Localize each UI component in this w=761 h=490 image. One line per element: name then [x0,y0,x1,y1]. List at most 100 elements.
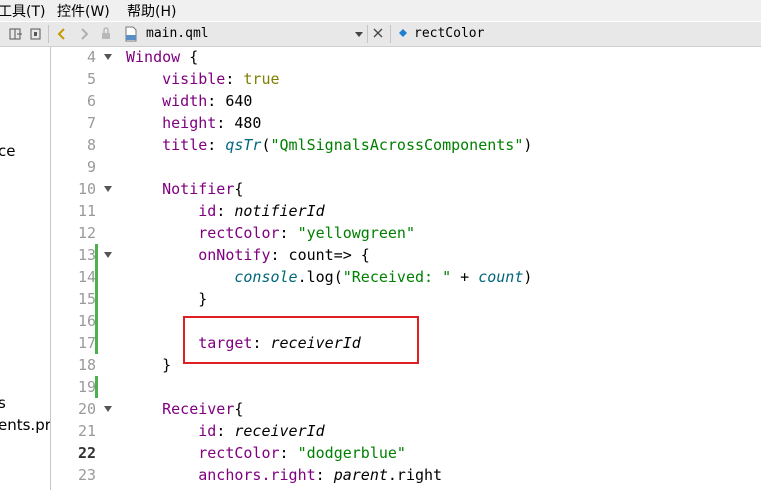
file-name-label[interactable]: main.qml [146,22,209,46]
project-item[interactable]: ents.pro [0,416,50,434]
property-suffix: .right [387,466,443,484]
line-number[interactable]: 13 [53,244,96,266]
code-line-10[interactable]: Notifier{ [126,178,243,200]
code-line-12[interactable]: rectColor: "yellowgreen" [126,222,415,244]
line-number[interactable]: 7 [53,112,96,134]
property-name: id [198,422,217,440]
change-marker [95,332,98,354]
fold-arrow-icon[interactable] [104,252,112,258]
menu-controls[interactable]: 控件(W) [57,1,110,21]
line-number[interactable]: 10 [53,178,96,200]
code-line-6[interactable]: width: 640 [126,90,252,112]
code-line-21[interactable]: id: receiverId [126,420,325,442]
line-number[interactable]: 12 [53,222,96,244]
line-number[interactable]: 6 [53,90,96,112]
project-item[interactable]: s [0,394,6,412]
line-number[interactable]: 15 [53,288,96,310]
property-value: 480 [225,114,262,132]
line-number[interactable]: 9 [53,156,96,178]
property-value: 640 [216,92,253,110]
code-line-5[interactable]: visible: true [126,68,280,90]
code-line-23[interactable]: anchors.right: parent.right [126,464,442,486]
highlight-box [183,316,419,364]
line-number[interactable]: 4 [53,46,96,68]
project-tree-pane: ce s ents.pro [0,47,51,490]
fold-arrow-icon[interactable] [104,406,112,412]
symbol-icon [398,22,408,46]
line-number[interactable]: 14 [53,266,96,288]
brace: { [234,180,244,198]
code-line-8[interactable]: title: qsTr("QmlSignalsAcrossComponents"… [126,134,532,156]
code-line-13[interactable]: onNotify: count=> { [126,244,370,266]
lock-icon [100,22,112,46]
line-number[interactable]: 16 [53,310,96,332]
project-item[interactable]: ce [0,142,15,160]
line-number[interactable]: 20 [53,398,96,420]
property-name: title [162,136,208,154]
line-number[interactable]: 18 [53,354,96,376]
line-number[interactable]: 17 [53,332,96,354]
change-marker [95,288,98,310]
line-number[interactable]: 5 [53,68,96,90]
string-literal: "yellowgreen" [297,224,415,242]
code-line-22[interactable]: rectColor: "dodgerblue" [126,442,406,464]
type-name: Window [126,48,181,66]
property-name: onNotify [198,246,271,264]
fold-arrow-icon[interactable] [104,54,112,60]
brace: } [162,356,172,374]
code-line-11[interactable]: id: notifierId [126,200,325,222]
handler-code: count=> { [279,246,370,264]
property-name: height [162,114,217,132]
string-literal: "QmlSignalsAcrossComponents" [270,136,524,154]
forward-icon[interactable] [78,22,90,46]
change-marker [95,310,98,332]
back-icon[interactable] [56,22,68,46]
argument: count [478,268,524,286]
code-line-7[interactable]: height: 480 [126,112,261,134]
menu-bar: 工具(T) 控件(W) 帮助(H) [0,0,761,21]
property-name: visible [162,70,226,88]
property-value: notifierId [234,202,325,220]
menu-help[interactable]: 帮助(H) [127,1,176,21]
type-name: Notifier [162,180,235,198]
editor-toolbar: main.qml rectColor [0,22,761,47]
close-pane-icon[interactable] [29,22,43,46]
close-icon[interactable] [372,22,384,46]
line-number[interactable]: 22 [53,442,96,464]
toolbar-separator [367,25,368,43]
code-line-4[interactable]: Window { [126,46,198,68]
string-literal: "Received: " [342,268,452,286]
type-name: Receiver [162,400,235,418]
change-marker [95,376,98,398]
line-number[interactable]: 23 [53,464,96,486]
property-name: rectColor [198,224,280,242]
line-number[interactable]: 19 [53,376,96,398]
fold-arrow-icon[interactable] [104,186,112,192]
brace: } [198,290,208,308]
code-line-14[interactable]: console.log("Received: " + count) [126,266,532,288]
line-number[interactable]: 11 [53,200,96,222]
chevron-down-icon[interactable] [354,22,364,46]
property-value: true [234,70,280,88]
line-number[interactable]: 21 [53,420,96,442]
split-icon[interactable] [8,22,24,46]
code-line-20[interactable]: Receiver{ [126,398,243,420]
brace: { [180,48,199,66]
method-call: .log( [297,268,343,286]
property-value: receiverId [234,422,325,440]
operator: + [451,268,479,286]
object-name: console [234,268,298,286]
menu-tools[interactable]: 工具(T) [0,1,45,21]
line-number[interactable]: 8 [53,134,96,156]
change-marker [95,244,98,266]
property-name: rectColor [198,444,280,462]
change-marker [95,266,98,288]
paren: ) [523,268,533,286]
object-name: parent [333,466,388,484]
code-line-18[interactable]: } [126,354,171,376]
qml-file-icon [124,22,138,46]
function-name: qsTr [225,136,262,154]
code-line-15[interactable]: } [126,288,207,310]
property-name: width [162,92,208,110]
symbol-selector[interactable]: rectColor [414,22,484,46]
